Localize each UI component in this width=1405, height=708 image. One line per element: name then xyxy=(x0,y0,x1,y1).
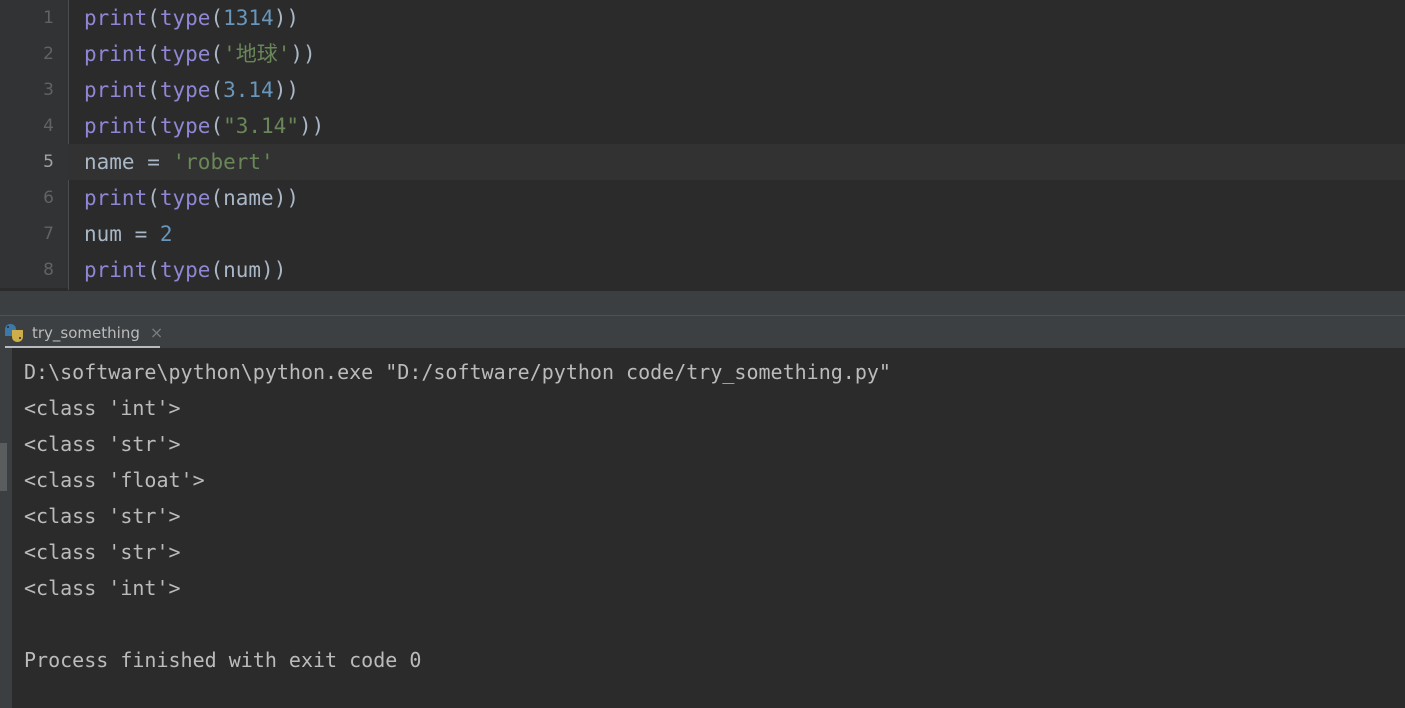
code-token: ( xyxy=(147,78,160,102)
code-token: '地球' xyxy=(223,42,291,66)
code-token: name xyxy=(84,150,135,174)
code-token: ( xyxy=(210,78,224,102)
code-token: name xyxy=(223,186,274,210)
console-line: <class 'str'> xyxy=(24,504,181,528)
console-line-list: D:\software\python\python.exe "D:/softwa… xyxy=(24,354,1405,678)
editor-console-splitter[interactable] xyxy=(0,290,1405,316)
code-line-text[interactable]: print(type(1314)) xyxy=(68,0,299,36)
code-line-text[interactable]: print(type(num)) xyxy=(68,252,286,288)
line-number[interactable]: 3 xyxy=(0,72,68,108)
code-token: = xyxy=(134,150,173,174)
code-token: type xyxy=(159,114,211,138)
code-line-text[interactable]: print(type(name)) xyxy=(68,180,299,216)
code-token: ( xyxy=(210,186,224,210)
run-tab-try-something[interactable]: try_something × xyxy=(0,316,173,349)
code-token: = xyxy=(121,222,160,246)
code-line-text[interactable]: name = 'robert' xyxy=(68,144,274,180)
console-gutter-divider xyxy=(12,348,13,708)
line-number[interactable]: 2 xyxy=(0,36,68,72)
code-line[interactable]: 1 print(type(1314)) xyxy=(0,0,1405,36)
code-token: )) xyxy=(290,42,316,66)
code-token: ( xyxy=(210,6,224,30)
line-number[interactable]: 6 xyxy=(0,180,68,216)
code-token: num xyxy=(84,222,122,246)
code-token: )) xyxy=(273,6,299,30)
code-line-text[interactable]: print(type(3.14)) xyxy=(68,72,299,108)
code-line[interactable]: 7 num = 2 xyxy=(0,216,1405,252)
code-editor[interactable]: 1 print(type(1314)) 2 print(type('地球')) 3 pri… xyxy=(0,0,1405,290)
code-token: type xyxy=(159,6,211,30)
code-line[interactable]: 3 print(type(3.14)) xyxy=(0,72,1405,108)
code-token: type xyxy=(159,258,211,282)
code-token: print xyxy=(84,6,148,30)
code-token: ( xyxy=(147,114,160,138)
code-token: print xyxy=(84,78,148,102)
code-token: print xyxy=(84,258,148,282)
run-tool-window-tabbar: try_something × xyxy=(0,315,1405,349)
code-token: ( xyxy=(147,186,160,210)
code-token: num xyxy=(223,258,262,282)
code-token: type xyxy=(159,42,211,66)
line-number[interactable]: 1 xyxy=(0,0,68,36)
code-line[interactable]: 8 print(type(num)) xyxy=(0,252,1405,288)
console-line: Process finished with exit code 0 xyxy=(24,648,422,672)
code-token: ( xyxy=(210,42,224,66)
code-token: "3.14" xyxy=(223,114,299,138)
line-number[interactable]: 7 xyxy=(0,216,68,252)
code-token: 2 xyxy=(159,222,173,246)
code-token: print xyxy=(84,42,148,66)
code-line[interactable]: 4 print(type("3.14")) xyxy=(0,108,1405,144)
line-number[interactable]: 4 xyxy=(0,108,68,144)
code-token: )) xyxy=(261,258,287,282)
code-token: type xyxy=(159,186,211,210)
python-file-icon xyxy=(4,323,24,343)
code-token: 'robert' xyxy=(172,150,274,174)
code-line[interactable]: 5 name = 'robert' xyxy=(0,144,1405,180)
console-line: <class 'str'> xyxy=(24,540,181,564)
console-line: <class 'int'> xyxy=(24,396,181,420)
code-token: ( xyxy=(147,42,160,66)
console-line: <class 'float'> xyxy=(24,468,205,492)
code-line-text[interactable]: print(type("3.14")) xyxy=(68,108,324,144)
code-token: print xyxy=(84,114,148,138)
line-number[interactable]: 5 xyxy=(0,144,68,180)
run-console-output[interactable]: D:\software\python\python.exe "D:/softwa… xyxy=(0,348,1405,708)
code-token: 1314 xyxy=(223,6,274,30)
code-token: print xyxy=(84,186,148,210)
console-line: D:\software\python\python.exe "D:/softwa… xyxy=(24,360,891,384)
run-tab-label: try_something xyxy=(32,323,140,342)
code-token: type xyxy=(159,78,211,102)
console-line: <class 'int'> xyxy=(24,576,181,600)
code-line[interactable]: 2 print(type('地球')) xyxy=(0,36,1405,72)
code-token: )) xyxy=(273,186,299,210)
close-icon[interactable]: × xyxy=(150,324,163,341)
code-token: ( xyxy=(147,6,160,30)
code-token: 3.14 xyxy=(223,78,274,102)
code-line-text[interactable]: num = 2 xyxy=(68,216,173,252)
console-line: <class 'str'> xyxy=(24,432,181,456)
code-token: ( xyxy=(147,258,160,282)
code-line-text[interactable]: print(type('地球')) xyxy=(68,36,316,72)
code-token: ( xyxy=(210,258,224,282)
code-token: )) xyxy=(273,78,299,102)
editor-line-list: 1 print(type(1314)) 2 print(type('地球')) 3 pri… xyxy=(0,0,1405,288)
code-line[interactable]: 6 print(type(name)) xyxy=(0,180,1405,216)
console-scrollbar-thumb[interactable] xyxy=(0,443,7,491)
code-token: ( xyxy=(210,114,224,138)
console-left-gutter xyxy=(0,348,12,708)
code-token: )) xyxy=(298,114,325,138)
line-number[interactable]: 8 xyxy=(0,252,68,288)
